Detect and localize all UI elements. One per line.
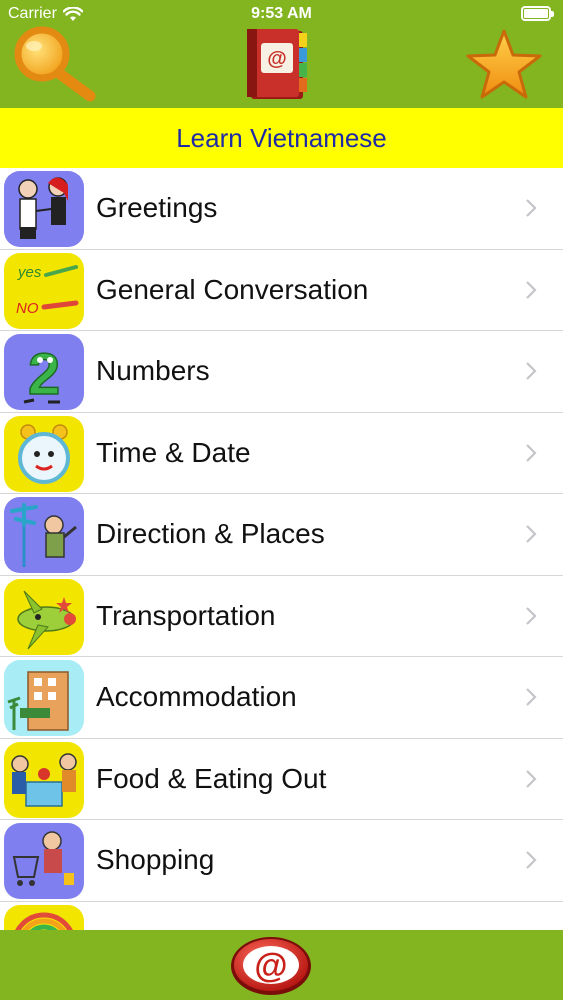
list-item-greetings[interactable]: Greetings [0, 168, 563, 250]
dining-icon [4, 741, 84, 818]
category-list[interactable]: Greetings yes NO General Conversation 2 … [0, 168, 563, 930]
alarm-clock-icon [4, 415, 84, 492]
hotel-icon [4, 660, 84, 736]
battery-icon [521, 6, 554, 21]
chevron-right-icon [526, 443, 537, 462]
rainbow-icon [4, 904, 84, 930]
svg-text:2: 2 [28, 342, 60, 407]
svg-text:yes: yes [17, 264, 42, 281]
svg-text:NO: NO [16, 300, 39, 317]
list-item-shopping[interactable]: Shopping [0, 820, 563, 902]
list-item-label: Food & Eating Out [96, 762, 327, 794]
chevron-right-icon [526, 525, 537, 544]
address-book-icon[interactable]: @ [243, 27, 317, 101]
shopping-cart-icon [4, 823, 84, 899]
number-two-icon: 2 [4, 334, 84, 410]
list-item-label: Time & Date [96, 436, 251, 468]
chevron-right-icon [526, 851, 537, 870]
list-item-accommodation[interactable]: Accommodation [0, 657, 563, 739]
list-item-label: General Conversation [96, 273, 369, 305]
list-item-time-date[interactable]: Time & Date [0, 413, 563, 494]
signpost-icon [4, 497, 84, 573]
list-item-label: Greetings [96, 192, 218, 224]
list-item-label: Transportation [96, 599, 276, 631]
list-item-label: Accommodation [96, 681, 297, 713]
list-item-label: Shopping [96, 844, 215, 876]
status-time: 9:53 AM [251, 5, 312, 22]
star-icon[interactable] [460, 28, 548, 100]
chevron-right-icon [526, 280, 537, 299]
airplane-icon [4, 578, 84, 655]
list-item-direction-places[interactable]: Direction & Places [0, 494, 563, 576]
top-bar: Carrier 9:53 AM @ [0, 0, 563, 108]
list-item-transportation[interactable]: Transportation [0, 576, 563, 657]
bottom-bar: @ [0, 930, 563, 1000]
search-icon[interactable] [10, 26, 96, 102]
chevron-right-icon [526, 606, 537, 625]
at-sign-icon[interactable]: @ [229, 935, 313, 997]
chevron-right-icon [526, 199, 537, 218]
page-title: Learn Vietnamese [176, 122, 387, 153]
greetings-icon [4, 171, 84, 247]
list-item-label: Direction & Places [96, 518, 325, 550]
chevron-right-icon [526, 362, 537, 381]
svg-text:@: @ [254, 947, 287, 985]
chevron-right-icon [526, 769, 537, 788]
list-item-label: Numbers [96, 355, 210, 387]
list-item-partial[interactable] [0, 902, 563, 930]
svg-text:@: @ [267, 48, 287, 70]
list-item-numbers[interactable]: 2 Numbers [0, 331, 563, 413]
yes-no-icon: yes NO [4, 252, 84, 329]
list-item-food-eating-out[interactable]: Food & Eating Out [0, 739, 563, 820]
title-bar: Learn Vietnamese [0, 108, 563, 168]
list-item-general-conversation[interactable]: yes NO General Conversation [0, 250, 563, 331]
chevron-right-icon [526, 688, 537, 707]
